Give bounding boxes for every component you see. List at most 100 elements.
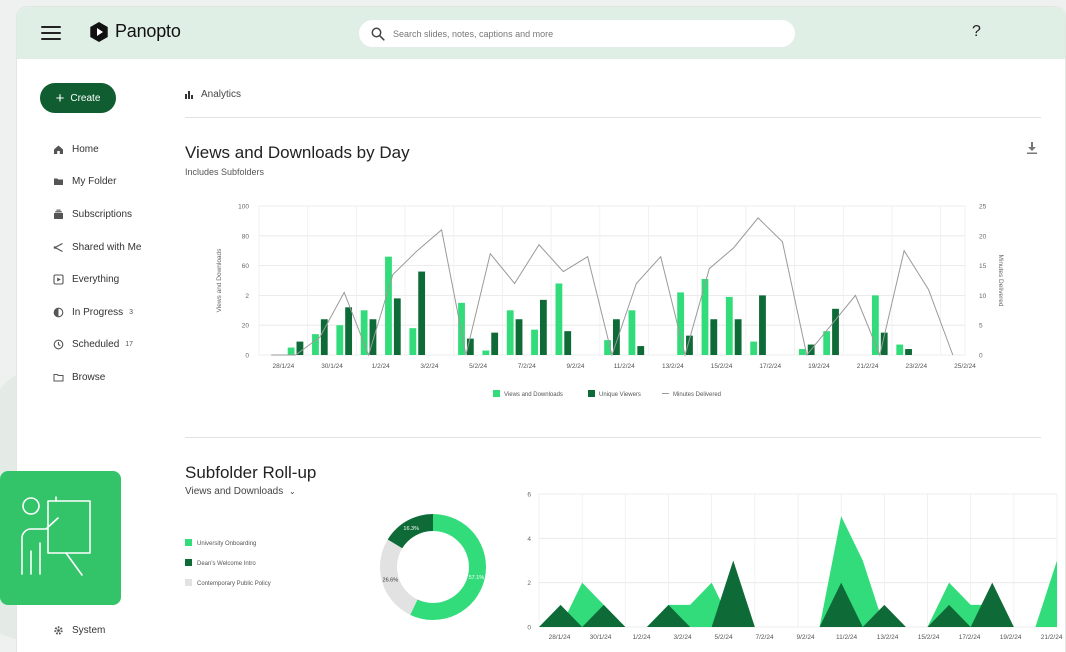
x-tick-label: 15/2/24 bbox=[711, 363, 733, 370]
breadcrumb-analytics[interactable]: Analytics bbox=[201, 89, 241, 100]
bar-views-downloads bbox=[287, 347, 295, 355]
legend-swatch bbox=[185, 579, 192, 586]
search-input[interactable] bbox=[393, 28, 773, 39]
bar-unique-viewers bbox=[759, 295, 766, 355]
x-tick-label: 9/2/24 bbox=[797, 634, 815, 641]
sidebar-item-scheduled[interactable]: Scheduled 17 bbox=[53, 336, 133, 352]
x-tick-label: 30/1/24 bbox=[321, 363, 343, 370]
rollup-legend: University Onboarding Dean's Welcome Intr… bbox=[185, 539, 271, 587]
presenter-badge bbox=[0, 471, 121, 605]
download-icon[interactable] bbox=[1027, 141, 1037, 159]
sidebar-item-subscriptions[interactable]: Subscriptions bbox=[53, 206, 132, 222]
x-tick-label: 3/2/24 bbox=[420, 363, 438, 370]
metric-dropdown-label: Views and Downloads bbox=[185, 486, 284, 497]
help-button[interactable]: ? bbox=[972, 23, 981, 41]
sidebar-item-label: Scheduled bbox=[72, 338, 120, 350]
bar-views-downloads bbox=[360, 310, 368, 355]
y-tick-label: 60 bbox=[242, 263, 250, 270]
scheduled-count: 17 bbox=[125, 340, 134, 348]
bar-views-downloads bbox=[482, 350, 490, 355]
bar-views-downloads bbox=[701, 279, 709, 355]
y-tick-label: 6 bbox=[527, 492, 531, 499]
divider bbox=[185, 117, 1041, 118]
x-tick-label: 5/2/24 bbox=[714, 634, 732, 641]
bar-unique-viewers bbox=[539, 299, 547, 355]
sidebar-item-shared-with-me[interactable]: Shared with Me bbox=[53, 239, 141, 255]
x-tick-label: 15/2/24 bbox=[918, 634, 940, 641]
search-bar[interactable] bbox=[359, 20, 795, 47]
sidebar-item-my-folder[interactable]: My Folder bbox=[53, 173, 116, 189]
x-tick-label: 1/2/24 bbox=[632, 634, 650, 641]
hamburger-menu-icon[interactable] bbox=[41, 26, 61, 40]
browse-folder-icon bbox=[53, 372, 64, 383]
sidebar-item-label: Subscriptions bbox=[72, 208, 133, 220]
views-downloads-chart: 0 0 20 5 2 10 60 15 80 20 100 25 Views and Downloads… bbox=[216, 204, 1004, 399]
sidebar-item-label: Everything bbox=[72, 273, 120, 285]
presenter-icon bbox=[21, 496, 91, 576]
bar-views-downloads bbox=[798, 349, 806, 355]
bar-unique-viewers bbox=[345, 307, 353, 355]
y-tick-label: 100 bbox=[238, 204, 249, 211]
panopto-logo[interactable]: Panopto bbox=[89, 21, 181, 42]
bar-unique-viewers bbox=[637, 346, 645, 355]
donut-slice-label: 16.3% bbox=[403, 526, 419, 532]
top-bar: Panopto ? bbox=[17, 7, 1065, 59]
x-tick-label: 28/1/24 bbox=[549, 634, 571, 641]
in-progress-count: 3 bbox=[129, 308, 134, 316]
x-tick-label: 28/1/24 bbox=[273, 363, 295, 370]
x-tick-label: 11/2/24 bbox=[836, 634, 858, 641]
brand-name: Panopto bbox=[115, 21, 181, 41]
y-tick-label: 0 bbox=[527, 625, 531, 632]
sidebar-item-in-progress[interactable]: In Progress 3 bbox=[53, 304, 133, 320]
bar-views-downloads bbox=[385, 256, 392, 355]
breadcrumb: Analytics bbox=[185, 89, 241, 100]
sidebar-item-everything[interactable]: Everything bbox=[53, 271, 119, 287]
bar-views-downloads bbox=[312, 334, 319, 355]
x-tick-label: 13/2/24 bbox=[662, 363, 684, 370]
metric-dropdown[interactable]: Views and Downloads ⌄ bbox=[185, 486, 296, 497]
x-tick-label: 3/2/24 bbox=[673, 634, 691, 641]
x-tick-label: 21/2/24 bbox=[857, 363, 879, 370]
legend-label: Dean's Welcome Intro bbox=[197, 561, 256, 567]
legend-swatch bbox=[185, 539, 192, 546]
sidebar-item-system[interactable]: System bbox=[53, 625, 105, 636]
legend-label: Unique Viewers bbox=[599, 392, 641, 398]
x-tick-label: 19/2/24 bbox=[808, 363, 830, 370]
system-label: System bbox=[72, 625, 106, 636]
x-tick-label: 23/2/24 bbox=[905, 363, 927, 370]
sidebar-item-label: Browse bbox=[72, 371, 106, 383]
y-tick-label: 0 bbox=[245, 353, 249, 360]
y2-axis-title: Minutes Delivered bbox=[997, 254, 1004, 306]
sidebar-item-browse[interactable]: Browse bbox=[53, 369, 105, 385]
create-button[interactable]: + Create bbox=[40, 83, 116, 113]
sidebar-item-label: Home bbox=[72, 143, 99, 155]
bar-views-downloads bbox=[336, 325, 344, 355]
bar-views-downloads bbox=[750, 341, 758, 355]
panopto-logo-icon bbox=[90, 21, 108, 42]
y2-tick-label: 20 bbox=[979, 233, 987, 240]
x-tick-label: 19/2/24 bbox=[1000, 634, 1022, 641]
bar-unique-viewers bbox=[418, 271, 426, 355]
y-axis-title: Views and Downloads bbox=[216, 248, 223, 313]
bar-unique-viewers bbox=[734, 319, 742, 355]
bar-unique-viewers bbox=[564, 331, 572, 355]
bar-unique-viewers bbox=[905, 349, 912, 355]
bar-views-downloads bbox=[871, 295, 879, 355]
bar-views-downloads bbox=[531, 329, 538, 355]
x-tick-label: 30/1/24 bbox=[590, 634, 612, 641]
x-tick-label: 5/2/24 bbox=[469, 363, 487, 370]
bar-views-downloads bbox=[725, 296, 733, 355]
legend-swatch bbox=[185, 559, 192, 566]
y2-tick-label: 15 bbox=[979, 263, 987, 270]
chevron-down-icon: ⌄ bbox=[289, 487, 296, 496]
rollup-title: Subfolder Roll-up bbox=[185, 463, 317, 482]
donut-slice-label: 26.6% bbox=[383, 578, 399, 584]
legend-label: Contemporary Public Policy bbox=[197, 581, 271, 587]
bar-unique-viewers bbox=[491, 332, 499, 355]
gear-icon bbox=[53, 625, 64, 636]
sidebar-item-home[interactable]: Home bbox=[53, 141, 99, 157]
views-chart-subtitle: Includes Subfolders bbox=[185, 167, 265, 177]
create-label: Create bbox=[70, 92, 101, 104]
bar-views-downloads bbox=[896, 344, 904, 355]
y-tick-label: 2 bbox=[245, 293, 249, 300]
